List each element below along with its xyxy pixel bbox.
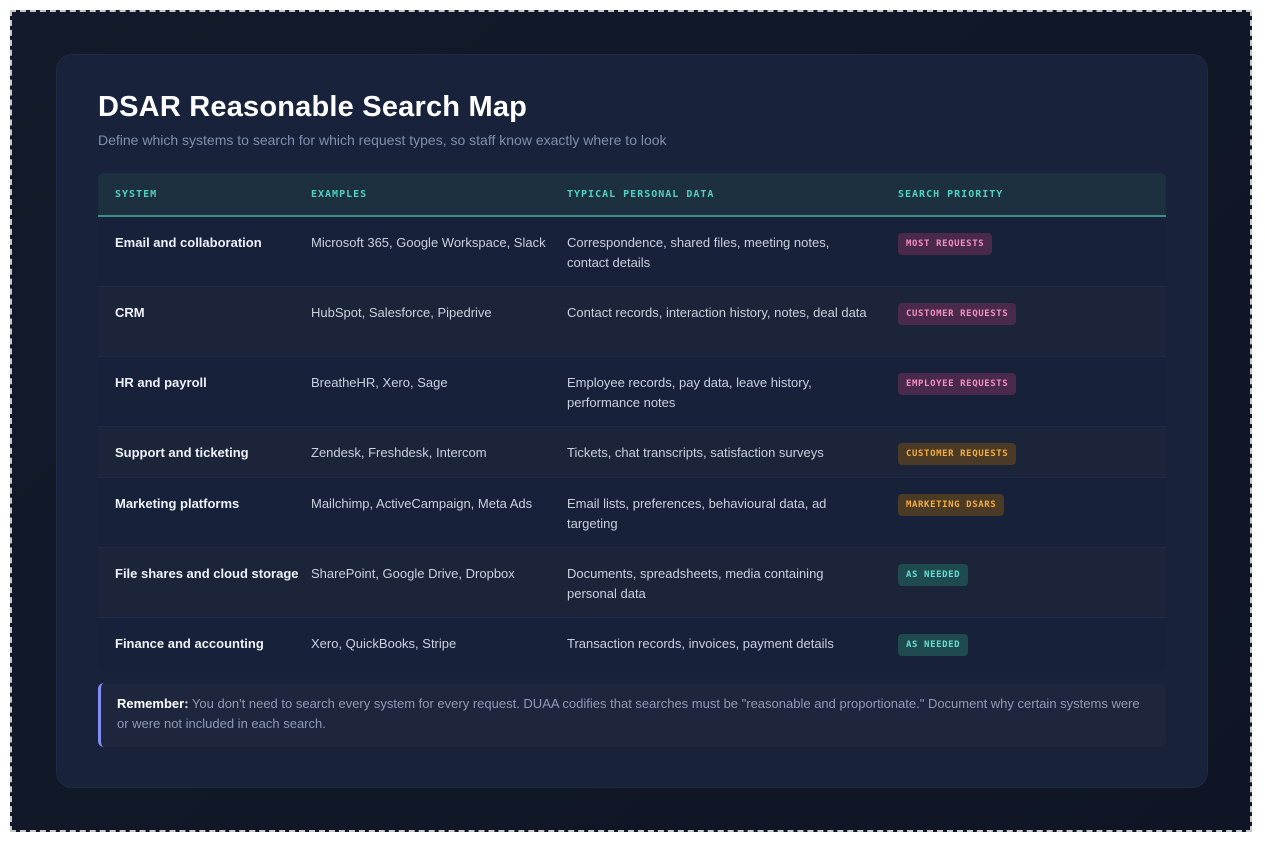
system-examples: BreatheHR, Xero, Sage <box>311 375 448 390</box>
reminder-text: You don't need to search every system fo… <box>117 696 1140 731</box>
system-name: Support and ticketing <box>115 445 249 460</box>
priority-badge: MOST REQUESTS <box>898 233 993 255</box>
personal-data: Tickets, chat transcripts, satisfaction … <box>567 445 824 460</box>
table-row: Marketing platforms Mailchimp, ActiveCam… <box>98 478 1166 548</box>
priority-badge: AS NEEDED <box>898 634 969 656</box>
system-name: Marketing platforms <box>115 496 240 511</box>
priority-badge: CUSTOMER REQUESTS <box>898 443 1017 465</box>
table-row: Support and ticketing Zendesk, Freshdesk… <box>98 427 1166 478</box>
system-name: File shares and cloud storage <box>115 566 299 581</box>
personal-data: Contact records, interaction history, no… <box>567 305 867 320</box>
system-name: Finance and accounting <box>115 636 264 651</box>
system-examples: Zendesk, Freshdesk, Intercom <box>311 445 487 460</box>
table-row: Email and collaboration Microsoft 365, G… <box>98 217 1166 287</box>
personal-data: Documents, spreadsheets, media containin… <box>567 566 824 601</box>
table-header: SYSTEM EXAMPLES TYPICAL PERSONAL DATA SE… <box>98 173 1166 217</box>
personal-data: Correspondence, shared files, meeting no… <box>567 235 830 270</box>
header-typical-personal-data: TYPICAL PERSONAL DATA <box>567 188 715 200</box>
personal-data: Employee records, pay data, leave histor… <box>567 375 812 410</box>
priority-badge: AS NEEDED <box>898 564 969 586</box>
table-row: CRM HubSpot, Salesforce, Pipedrive Conta… <box>98 287 1166 357</box>
header-search-priority: SEARCH PRIORITY <box>898 188 1004 200</box>
personal-data: Transaction records, invoices, payment d… <box>567 636 834 651</box>
page-frame: DSAR Reasonable Search Map Define which … <box>10 10 1252 832</box>
system-examples: SharePoint, Google Drive, Dropbox <box>311 566 515 581</box>
priority-badge: MARKETING DSARS <box>898 494 1005 516</box>
system-examples: HubSpot, Salesforce, Pipedrive <box>311 305 492 320</box>
system-name: CRM <box>115 305 145 320</box>
search-map-card: DSAR Reasonable Search Map Define which … <box>56 54 1208 788</box>
table-row: File shares and cloud storage SharePoint… <box>98 548 1166 618</box>
system-name: HR and payroll <box>115 375 207 390</box>
priority-badge: CUSTOMER REQUESTS <box>898 303 1017 325</box>
reminder-label: Remember: <box>117 696 189 711</box>
search-map-table: SYSTEM EXAMPLES TYPICAL PERSONAL DATA SE… <box>98 173 1166 669</box>
header-system: SYSTEM <box>115 188 158 200</box>
reminder-callout: Remember: You don't need to search every… <box>98 683 1166 747</box>
table-row: Finance and accounting Xero, QuickBooks,… <box>98 618 1166 669</box>
table-row: HR and payroll BreatheHR, Xero, Sage Emp… <box>98 357 1166 427</box>
system-examples: Microsoft 365, Google Workspace, Slack <box>311 235 546 250</box>
system-examples: Mailchimp, ActiveCampaign, Meta Ads <box>311 496 533 511</box>
page-title: DSAR Reasonable Search Map <box>98 91 528 123</box>
personal-data: Email lists, preferences, behavioural da… <box>567 496 827 531</box>
system-examples: Xero, QuickBooks, Stripe <box>311 636 457 651</box>
header-examples: EXAMPLES <box>311 188 368 200</box>
priority-badge: EMPLOYEE REQUESTS <box>898 373 1017 395</box>
system-name: Email and collaboration <box>115 235 262 250</box>
page-subtitle: Define which systems to search for which… <box>98 132 667 148</box>
